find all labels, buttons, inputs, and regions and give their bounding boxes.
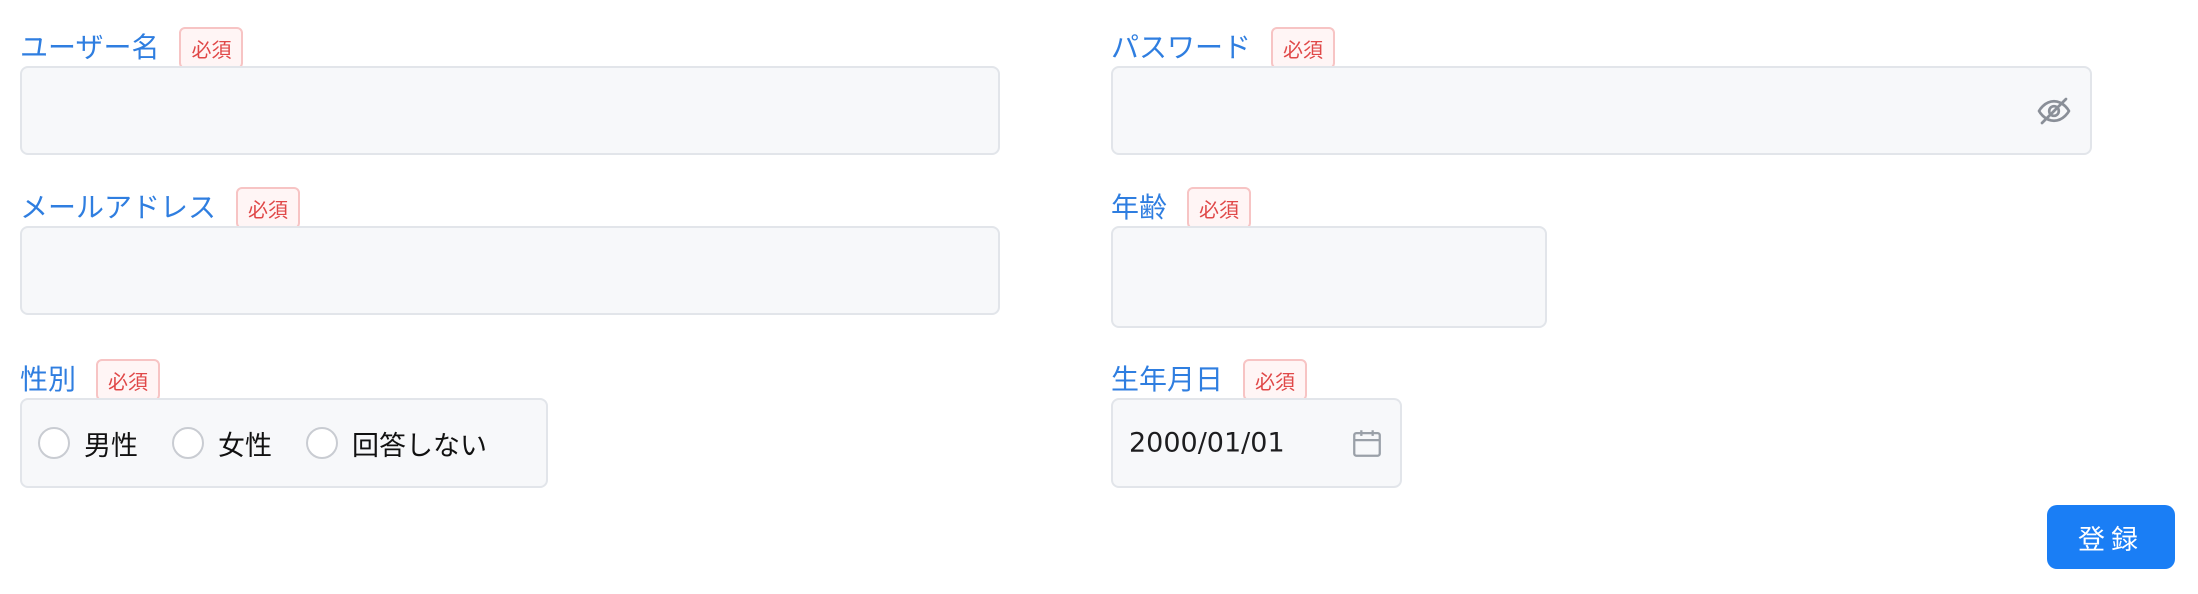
username-field[interactable] (20, 66, 1000, 155)
password-input[interactable] (1113, 68, 2090, 153)
email-label: メールアドレス (20, 191, 217, 224)
gender-label-row: 性別 必須 (20, 359, 161, 401)
email-input[interactable] (22, 228, 998, 313)
required-badge: 必須 (236, 187, 301, 229)
password-label: パスワード (1111, 31, 1252, 64)
username-input[interactable] (22, 68, 998, 153)
eye-slash-icon[interactable] (2036, 93, 2072, 129)
radio-label: 女性 (218, 430, 272, 462)
register-button[interactable]: 登録 (2047, 505, 2175, 569)
radio-option-female[interactable]: 女性 (172, 424, 272, 463)
required-badge: 必須 (1243, 359, 1308, 401)
age-label: 年齢 (1111, 191, 1168, 224)
required-badge: 必須 (1187, 187, 1252, 229)
required-badge: 必須 (96, 359, 161, 401)
birthdate-value: 2000/01/01 (1129, 427, 1285, 459)
radio-option-no-answer[interactable]: 回答しない (306, 424, 487, 463)
radio-button[interactable] (38, 427, 70, 459)
age-label-row: 年齢 必須 (1111, 187, 1252, 229)
birthdate-label-row: 生年月日 必須 (1111, 359, 1308, 401)
username-label-row: ユーザー名 必須 (20, 27, 244, 69)
calendar-icon[interactable] (1350, 426, 1384, 460)
email-field[interactable] (20, 226, 1000, 315)
gender-label: 性別 (20, 363, 77, 396)
password-field[interactable] (1111, 66, 2092, 155)
radio-option-male[interactable]: 男性 (38, 424, 138, 463)
radio-label: 男性 (84, 430, 138, 462)
radio-button[interactable] (172, 427, 204, 459)
radio-label: 回答しない (352, 430, 487, 462)
age-input[interactable] (1113, 228, 1545, 326)
age-field[interactable] (1111, 226, 1547, 328)
radio-button[interactable] (306, 427, 338, 459)
required-badge: 必須 (1271, 27, 1336, 69)
username-label: ユーザー名 (20, 31, 160, 64)
email-label-row: メールアドレス 必須 (20, 187, 301, 229)
password-label-row: パスワード 必須 (1111, 27, 1336, 69)
required-badge: 必須 (179, 27, 244, 69)
birthdate-label: 生年月日 (1111, 363, 1224, 396)
birthdate-field[interactable]: 2000/01/01 (1111, 398, 1402, 488)
gender-radio-group: 男性 女性 回答しない (20, 398, 548, 488)
